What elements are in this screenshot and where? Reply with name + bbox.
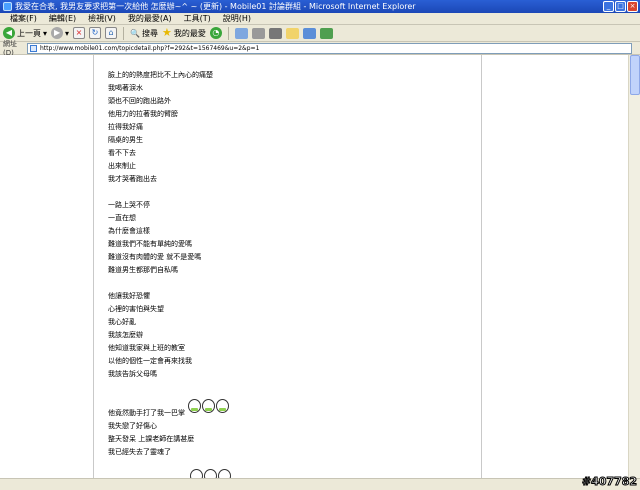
- close-button[interactable]: ×: [627, 1, 638, 12]
- post-line: 我該怎麼辦: [108, 331, 143, 339]
- menu-tools[interactable]: 工具(T): [178, 13, 217, 24]
- post-line: 我心好亂: [108, 318, 136, 326]
- emoticon-icon: [202, 399, 215, 413]
- post-line: 他知道我家與上班的教室: [108, 344, 185, 352]
- post-line: 一直在想: [108, 214, 136, 222]
- folder-icon[interactable]: [285, 27, 299, 39]
- post-line: 我才哭著跑出去: [108, 175, 157, 183]
- address-bar: 網址(D) http://www.mobile01.com/topicdetai…: [0, 40, 640, 57]
- post-line: 頭也不回的跑出路外: [108, 97, 171, 105]
- post-line: 我喝著淚水: [108, 84, 143, 92]
- maximize-button[interactable]: □: [615, 1, 626, 12]
- print-icon[interactable]: [251, 27, 265, 39]
- emoticon-group: [188, 399, 229, 413]
- search-label: 搜尋: [142, 28, 158, 38]
- vertical-scrollbar[interactable]: [628, 55, 640, 478]
- menu-file[interactable]: 檔案(F): [4, 13, 43, 24]
- ie-icon: [3, 2, 12, 11]
- post-line: 整天發呆 上課老師在講甚麼: [108, 435, 195, 443]
- chevron-down-icon[interactable]: ▾: [65, 29, 69, 38]
- post-line: 他讓我好恐懼: [108, 292, 150, 300]
- address-url: http://www.mobile01.com/topicdetail.php?…: [40, 44, 260, 52]
- messenger-icon[interactable]: [302, 27, 316, 39]
- toolbar-separator: [123, 26, 125, 40]
- post-line: 難道我們不能有單純的愛嗎: [108, 240, 192, 248]
- menu-help[interactable]: 說明(H): [217, 13, 257, 24]
- post-line-text: 他竟然動手打了我一巴掌: [108, 409, 185, 417]
- post-line: 難道男生都那們自私嗎: [108, 266, 178, 274]
- research-icon[interactable]: [319, 27, 333, 39]
- home-icon[interactable]: ⌂: [105, 27, 118, 39]
- refresh-icon[interactable]: ↻: [89, 27, 102, 39]
- edit-icon[interactable]: [268, 27, 282, 39]
- minimize-button[interactable]: _: [603, 1, 614, 12]
- emoticon-icon: [188, 399, 201, 413]
- favorites-label: 我的最愛: [173, 28, 206, 38]
- mail-icon[interactable]: [234, 27, 248, 39]
- search-icon: 🔍: [130, 28, 140, 38]
- post-line: 我該告訴父母嗎: [108, 370, 157, 378]
- post-line: 他用力的拉著我的臂膀: [108, 110, 178, 118]
- menu-bar: 檔案(F) 編輯(E) 檢視(V) 我的最愛(A) 工具(T) 說明(H): [0, 13, 640, 25]
- favorites-button[interactable]: ★ 我的最愛: [162, 27, 206, 39]
- stop-icon[interactable]: ×: [73, 27, 86, 39]
- back-label: 上一頁: [17, 28, 41, 38]
- post-line: 以他的個性一定會再來找我: [108, 357, 192, 365]
- forward-button[interactable]: ▶ ▾: [51, 27, 69, 39]
- post-line: 他竟然動手打了我一巴掌: [108, 399, 468, 420]
- post-line: 難道沒有肉體的愛 就不是愛嗎: [108, 253, 202, 261]
- emoticon-icon: [216, 399, 229, 413]
- menu-favorites[interactable]: 我的最愛(A): [122, 13, 178, 24]
- toolbar: ◀ 上一頁 ▾ ▶ ▾ × ↻ ⌂ 🔍 搜尋 ★ 我的最愛 ◔: [0, 25, 640, 42]
- status-bar: [0, 478, 640, 490]
- post-body: 臉上的的熱度把比不上內心的痛楚 我喝著淚水 頭也不回的跑出路外 他用力的拉著我的…: [108, 69, 468, 459]
- post-line: 出來制止: [108, 162, 136, 170]
- stanza-gap: [108, 277, 468, 290]
- chevron-down-icon[interactable]: ▾: [43, 29, 47, 38]
- stanza-gap: [108, 381, 468, 394]
- page-content: 臉上的的熱度把比不上內心的痛楚 我喝著淚水 頭也不回的跑出路外 他用力的拉著我的…: [0, 55, 640, 483]
- stanza-gap: [108, 394, 468, 407]
- back-arrow-icon: ◀: [3, 27, 15, 39]
- post-line: 心裡的害怕與失望: [108, 305, 164, 313]
- star-icon: ★: [162, 26, 172, 39]
- window-titlebar: 我愛在合表, 我男友要求把第一次給他 怎麼辦~^ ~ (更新) - Mobile…: [0, 0, 640, 13]
- column-divider: [481, 55, 482, 478]
- window-title: 我愛在合表, 我男友要求把第一次給他 怎麼辦~^ ~ (更新) - Mobile…: [15, 2, 416, 11]
- post-line: 一路上哭不停: [108, 201, 150, 209]
- post-line: 我失戀了好傷心: [108, 422, 157, 430]
- history-icon[interactable]: ◔: [209, 27, 222, 39]
- back-button[interactable]: ◀ 上一頁 ▾: [3, 27, 47, 39]
- stanza-gap: [108, 186, 468, 199]
- post-line: 為什麼會這樣: [108, 227, 150, 235]
- menu-view[interactable]: 檢視(V): [82, 13, 122, 24]
- toolbar-separator: [227, 26, 229, 40]
- page-icon: [30, 44, 37, 52]
- search-button[interactable]: 🔍 搜尋: [130, 28, 158, 39]
- menu-edit[interactable]: 編輯(E): [43, 13, 82, 24]
- window-controls: _ □ ×: [603, 1, 638, 12]
- watermark: #407782: [581, 475, 637, 489]
- post-line: 拉得我好痛: [108, 123, 143, 131]
- column-divider: [93, 55, 94, 478]
- post-line: 看不下去: [108, 149, 136, 157]
- forward-arrow-icon: ▶: [51, 27, 64, 39]
- post-line: 臉上的的熱度把比不上內心的痛楚: [108, 71, 213, 79]
- post-line: 隔桌的男生: [108, 136, 143, 144]
- post-line: 我已經失去了靈魂了: [108, 448, 171, 456]
- scrollbar-thumb[interactable]: [630, 55, 640, 95]
- address-input[interactable]: http://www.mobile01.com/topicdetail.php?…: [27, 42, 632, 54]
